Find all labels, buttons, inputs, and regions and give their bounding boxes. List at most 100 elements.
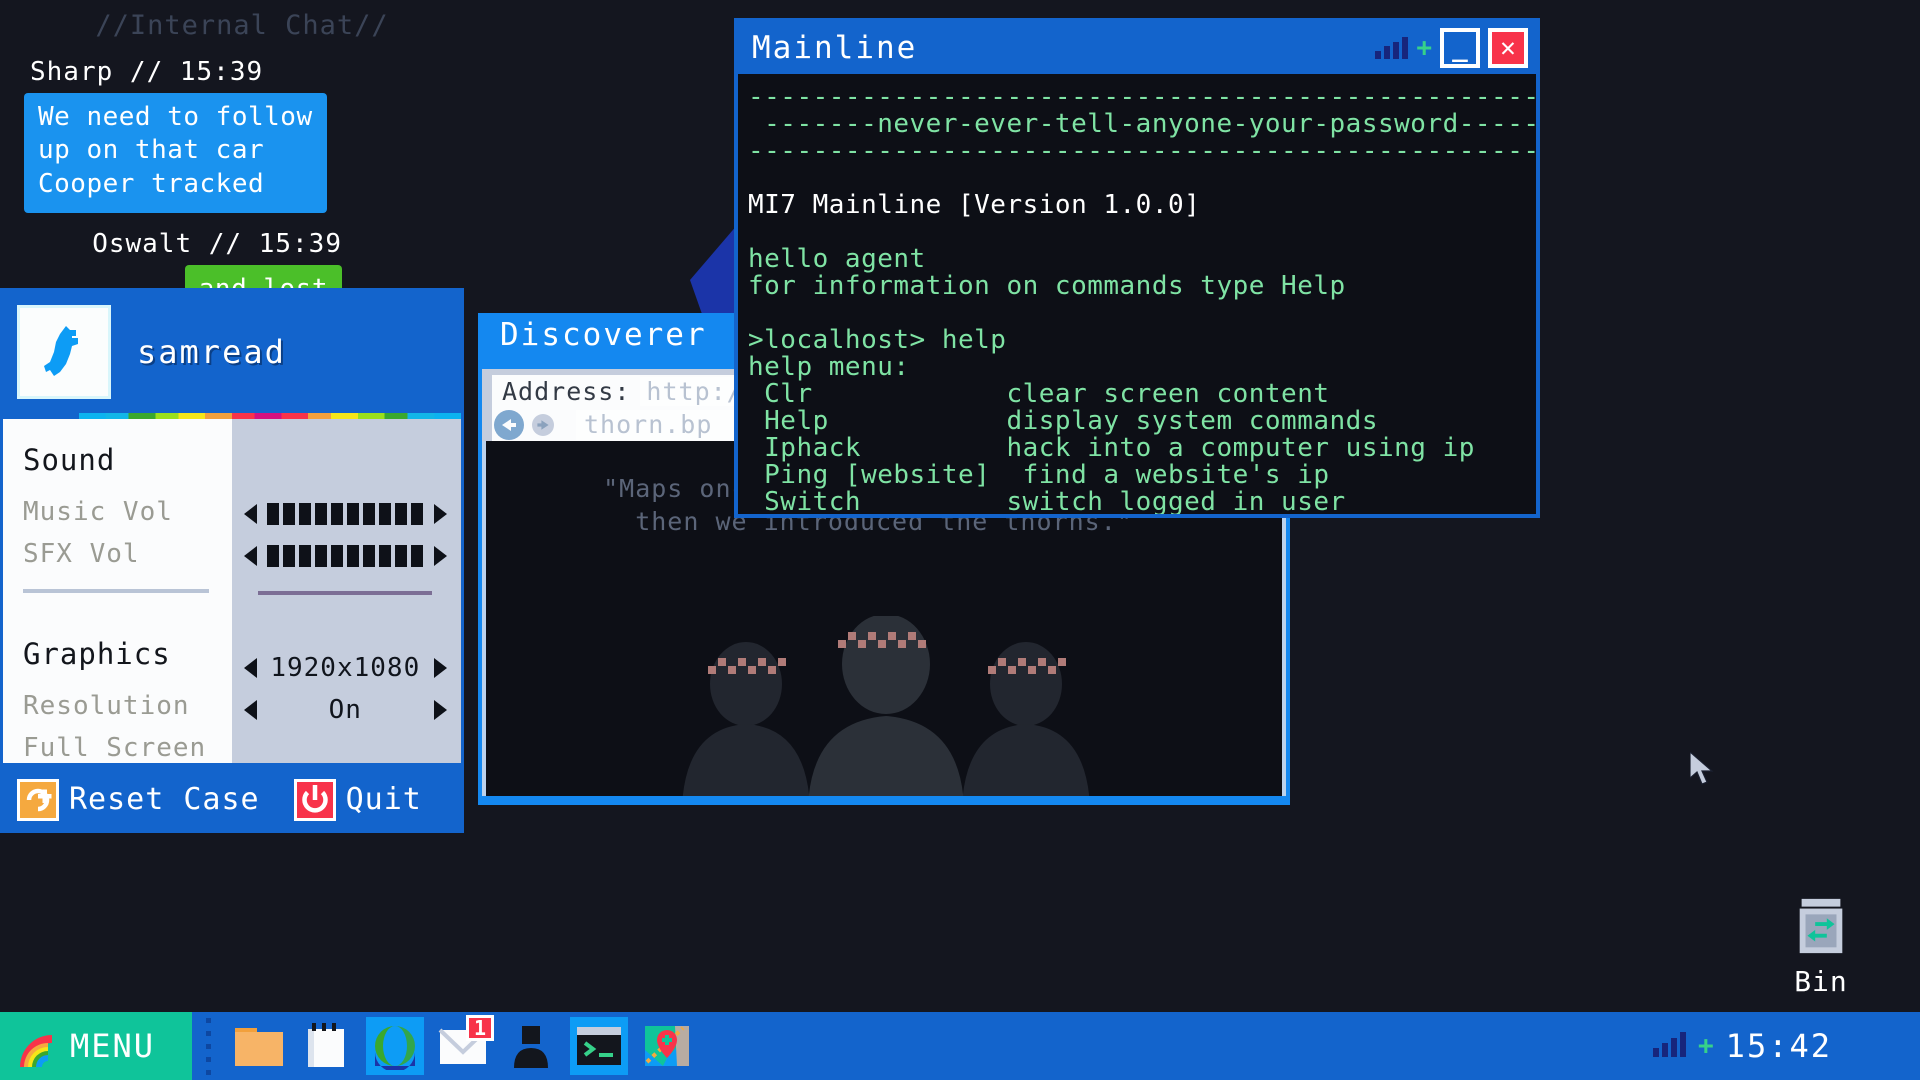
section-heading-graphics: Graphics <box>23 637 171 671</box>
address-label: Address: <box>502 376 631 406</box>
increment-arrow-icon[interactable] <box>433 504 447 524</box>
files-icon <box>235 1028 283 1066</box>
option-label-sfx-vol: SFX Vol <box>23 539 140 569</box>
plus-icon: + <box>1416 33 1432 63</box>
control-sfx-vol[interactable] <box>232 535 461 577</box>
taskbar-item-map[interactable] <box>638 1017 696 1075</box>
terminal-line: hello agent <box>748 244 926 274</box>
terminal-output[interactable]: ----------------------------------------… <box>738 74 1536 514</box>
control-resolution[interactable]: 1920x1080 <box>232 647 461 689</box>
resolution-value: 1920x1080 <box>270 653 421 683</box>
signal-bars-icon <box>1653 1032 1687 1057</box>
decrement-arrow-icon[interactable] <box>243 546 257 566</box>
terminal-line: Help display system commands <box>748 406 1378 436</box>
figures-illustration <box>682 616 1090 796</box>
terminal-line: ----------------------------------------… <box>748 82 1536 112</box>
control-full-screen[interactable]: On <box>232 689 461 731</box>
desktop-screen: //Internal Chat// Sharp // 15:39 We need… <box>0 0 1920 1080</box>
full-screen-value: On <box>328 695 362 725</box>
internal-chat-overlay: //Internal Chat// Sharp // 15:39 We need… <box>0 10 470 319</box>
rainbow-icon <box>20 1035 52 1067</box>
settings-username: samread <box>137 333 286 371</box>
terminal-line: Clr clear screen content <box>748 379 1330 409</box>
bin-label: Bin <box>1794 965 1848 998</box>
chat-sender-0: Sharp // 15:39 <box>30 57 264 87</box>
taskbar-item-terminal[interactable] <box>570 1017 628 1075</box>
notes-icon <box>308 1023 344 1067</box>
settings-header: samread <box>3 291 461 413</box>
option-label-full-screen: Full Screen <box>23 733 207 763</box>
forward-button[interactable] <box>526 410 560 440</box>
contacts-person-icon <box>514 1026 548 1068</box>
power-icon <box>293 778 336 821</box>
bird-avatar-icon <box>44 326 78 376</box>
terminal-line: -------never-ever-tell-anyone-your-passw… <box>748 109 1536 139</box>
signal-bars-icon <box>1375 37 1409 59</box>
increment-arrow-icon[interactable] <box>434 700 447 720</box>
terminal-line: Switch switch logged in user <box>748 487 1346 514</box>
increment-arrow-icon[interactable] <box>434 658 447 678</box>
settings-body: Sound Music Vol SFX Vol Graphics Resolut… <box>3 419 461 763</box>
settings-divider-left <box>23 589 209 593</box>
terminal-line: MI7 Mainline [Version 1.0.0] <box>748 190 1201 220</box>
sfx-vol-bars[interactable] <box>267 545 424 567</box>
increment-arrow-icon[interactable] <box>433 546 447 566</box>
chat-bubble-row-0: We need to follow up on that car Cooper … <box>0 93 470 213</box>
terminal-window[interactable]: Mainline + _ ✕ -------------------------… <box>734 18 1540 518</box>
decrement-arrow-icon[interactable] <box>243 658 257 678</box>
taskbar-grip[interactable] <box>200 1012 216 1080</box>
taskbar-item-contacts[interactable] <box>502 1017 560 1075</box>
mail-badge: 1 <box>466 1015 494 1041</box>
refresh-icon <box>17 778 59 821</box>
mouse-pointer-icon <box>1690 752 1714 785</box>
taskbar-item-files[interactable] <box>230 1017 288 1075</box>
terminal-titlebar[interactable]: Mainline + _ ✕ <box>738 22 1536 74</box>
avatar <box>17 305 111 399</box>
option-label-music-vol: Music Vol <box>23 497 173 527</box>
taskbar-clock: 15:42 <box>1725 1027 1832 1065</box>
reset-case-button[interactable]: Reset Case <box>17 778 260 821</box>
control-music-vol[interactable] <box>232 493 461 535</box>
start-menu-button[interactable]: MENU <box>0 1012 192 1080</box>
quit-label: Quit <box>345 782 422 817</box>
terminal-line: for information on commands type Help <box>748 271 1346 301</box>
arrow-left-icon <box>494 410 524 440</box>
rainbow-divider <box>79 413 461 419</box>
terminal-line: ----------------------------------------… <box>748 136 1536 166</box>
close-button[interactable]: ✕ <box>1488 28 1528 68</box>
taskbar-item-mail[interactable]: 1 <box>434 1015 494 1075</box>
settings-labels-column: Sound Music Vol SFX Vol Graphics Resolut… <box>3 419 232 763</box>
terminal-title: Mainline <box>752 30 918 66</box>
taskbar-item-notes[interactable] <box>298 1017 356 1075</box>
decrement-arrow-icon[interactable] <box>243 700 257 720</box>
arrow-right-icon <box>532 414 554 436</box>
plus-icon: + <box>1698 1031 1714 1061</box>
settings-controls-column: 1920x1080 On <box>231 419 461 763</box>
settings-window[interactable]: samread Sound Music Vol SFX Vol Graphics… <box>0 288 464 833</box>
chat-message-0: We need to follow up on that car Cooper … <box>24 93 327 213</box>
bin-desktop-icon[interactable]: Bin <box>1790 895 1852 998</box>
decrement-arrow-icon[interactable] <box>243 504 257 524</box>
taskbar: MENU 1 + 15:42 <box>0 1012 1920 1080</box>
taskbar-item-browser[interactable] <box>366 1017 424 1075</box>
quit-button[interactable]: Quit <box>293 778 422 821</box>
taskbar-app-tray: 1 <box>224 1015 696 1075</box>
section-heading-sound: Sound <box>23 443 116 477</box>
browser-globe-icon <box>375 1026 415 1070</box>
back-button[interactable] <box>492 410 526 440</box>
taskbar-status-area: + 15:42 <box>1653 1027 1860 1065</box>
start-menu-label: MENU <box>70 1027 156 1065</box>
reset-case-label: Reset Case <box>69 782 260 817</box>
terminal-line: help menu: <box>748 352 910 382</box>
terminal-line: Ping [website] find a website's ip <box>748 460 1330 490</box>
minimize-icon: _ <box>1452 33 1468 63</box>
terminal-icon <box>577 1027 621 1065</box>
option-label-resolution: Resolution <box>23 691 190 721</box>
minimize-button[interactable]: _ <box>1440 28 1480 68</box>
music-vol-bars[interactable] <box>267 503 424 525</box>
settings-footer: Reset Case Quit <box>3 763 461 836</box>
taskbar-right-edge <box>1860 1012 1920 1080</box>
